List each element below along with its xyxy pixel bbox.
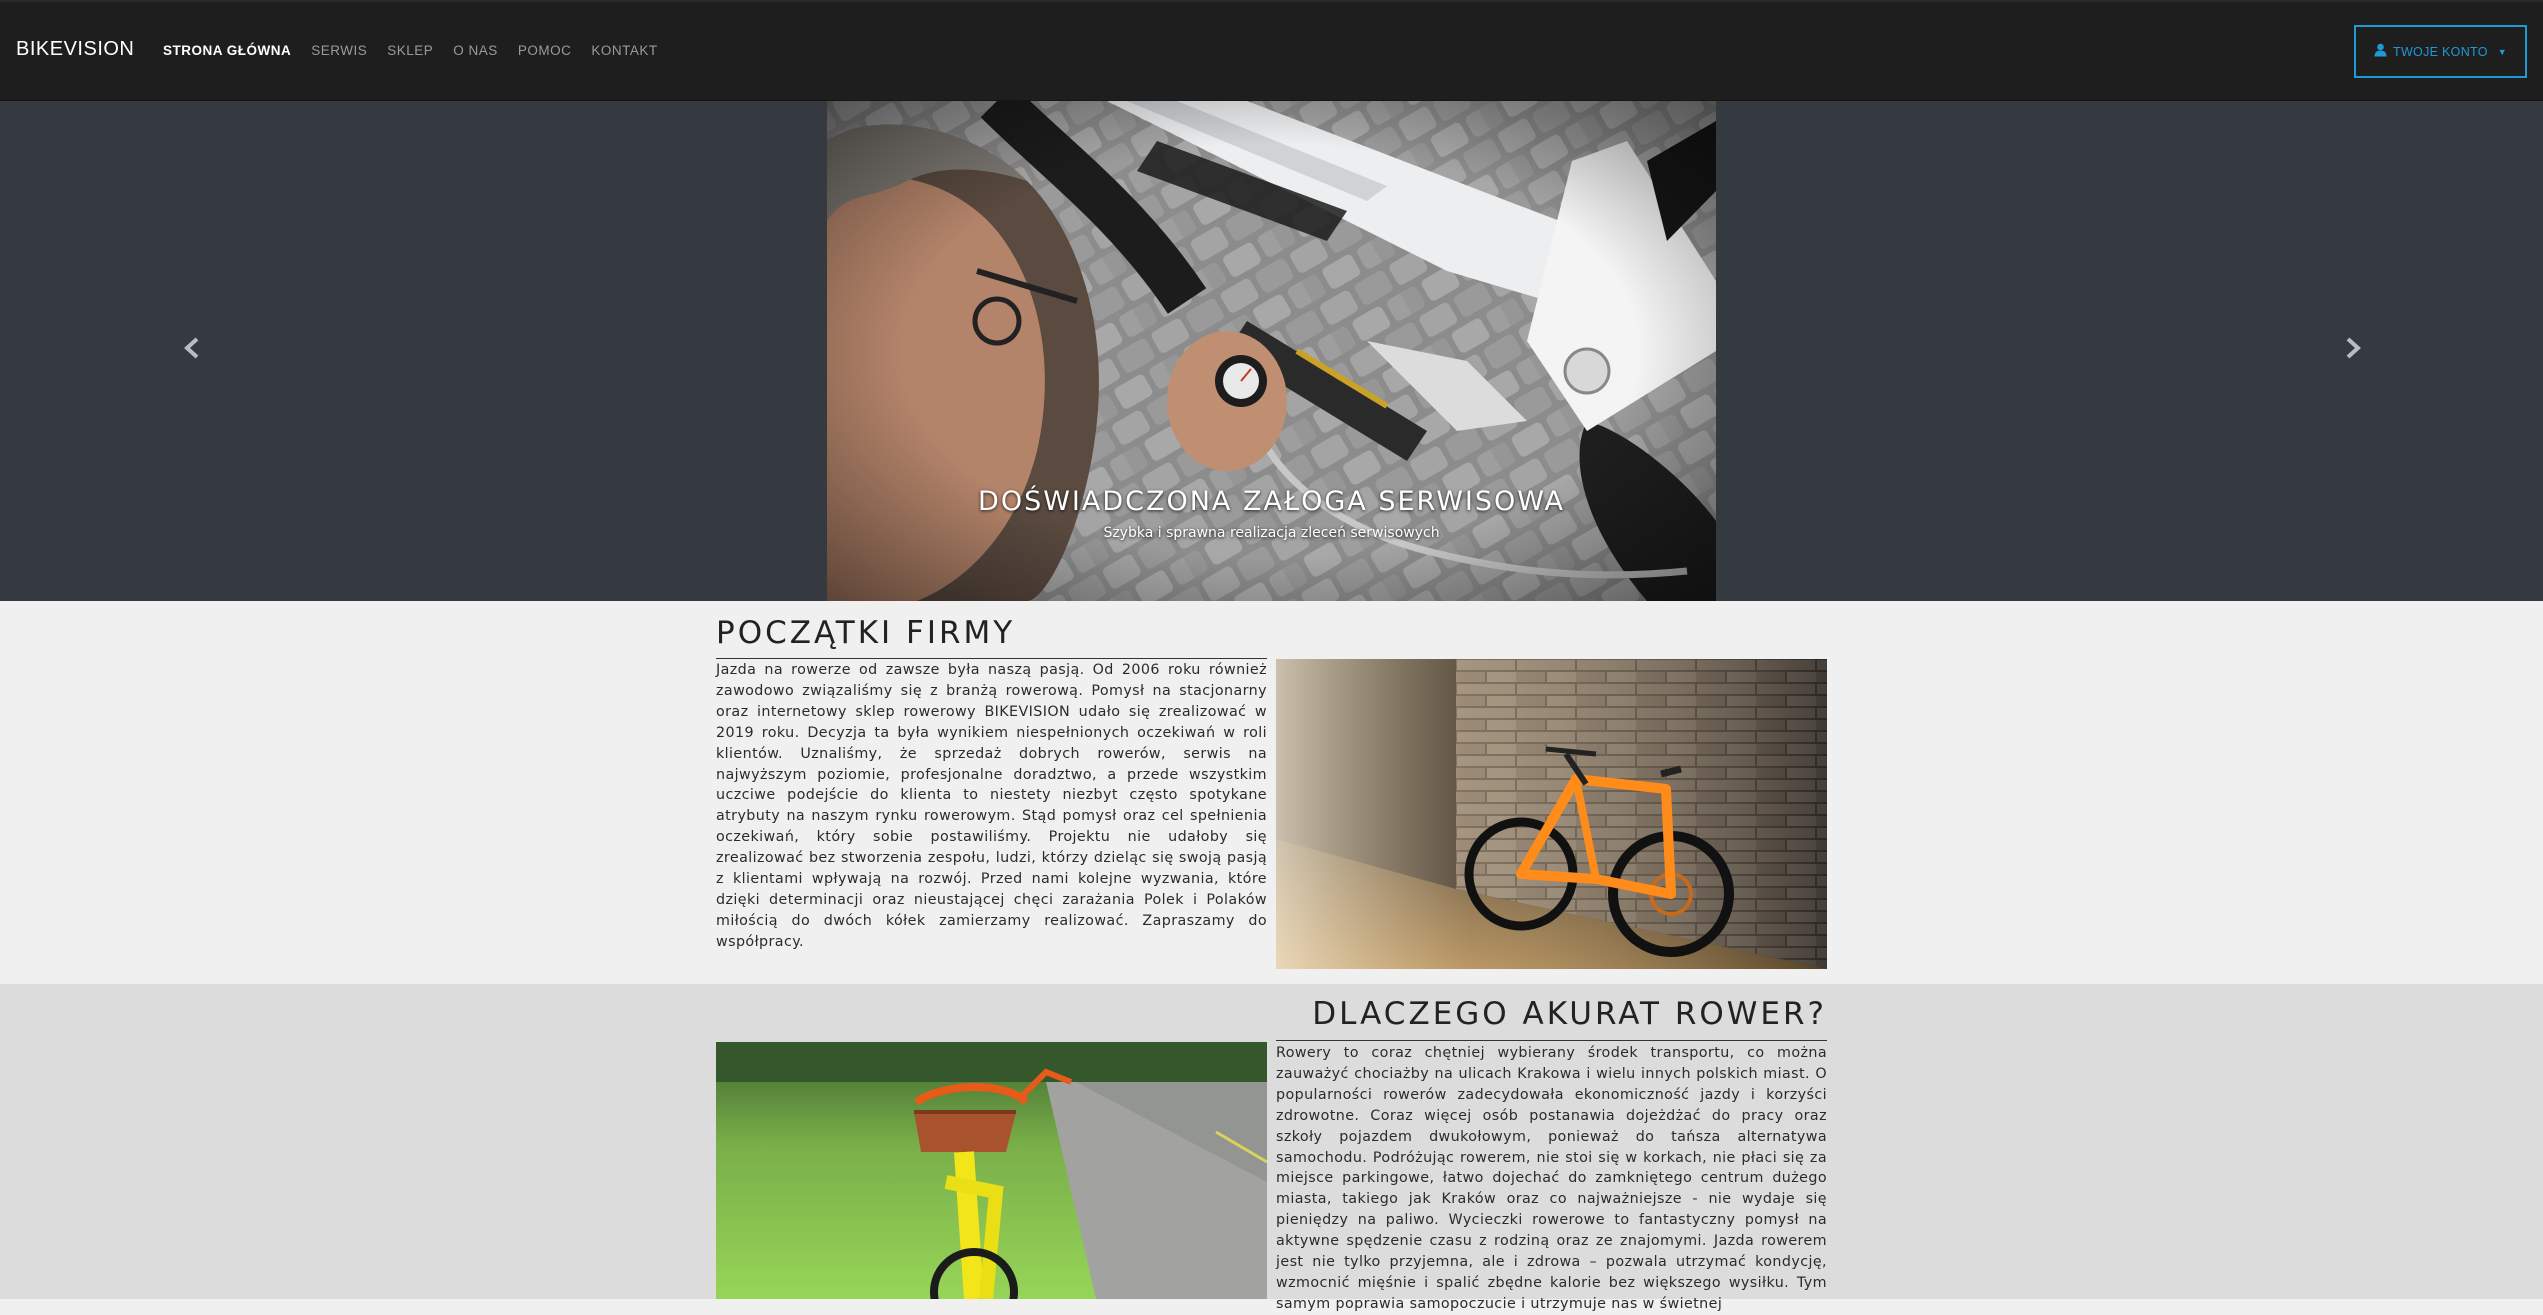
why-paragraph: Rowery to coraz chętniej wybierany środe… [1276, 1045, 1827, 1312]
brand-logo[interactable]: BIKEVISION [16, 38, 134, 61]
about-title: POCZĄTKI FIRMY [716, 615, 1016, 651]
nav-item-about[interactable]: O NAS [453, 43, 498, 58]
carousel-next-icon[interactable] [2345, 337, 2361, 364]
orange-bike-image [1276, 659, 1827, 969]
nav-item-home[interactable]: STRONA GŁÓWNA [163, 43, 291, 58]
nav-item-contact[interactable]: KONTAKT [591, 43, 657, 58]
nav-item-service[interactable]: SERWIS [311, 43, 367, 58]
user-icon [2374, 43, 2387, 60]
yellow-bike-image [716, 1042, 1267, 1299]
caret-down-icon: ▼ [2497, 46, 2507, 57]
why-title-underline [1276, 1040, 1827, 1041]
account-label: TWOJE KONTO [2393, 44, 2488, 59]
why-title: DLACZEGO AKURAT ROWER? [1312, 996, 1827, 1032]
about-section: POCZĄTKI FIRMY Jazda na rowerze od zawsz… [0, 601, 2543, 984]
carousel-caption-subtitle: Szybka i sprawna realizacja zleceń serwi… [1103, 525, 1440, 541]
hero-carousel: DOŚWIADCZONA ZAŁOGA SERWISOWA Szybka i s… [0, 101, 2543, 601]
top-navbar: BIKEVISION STRONA GŁÓWNA SERWIS SKLEP O … [0, 0, 2543, 101]
nav-item-shop[interactable]: SKLEP [387, 43, 433, 58]
main-nav: STRONA GŁÓWNA SERWIS SKLEP O NAS POMOC K… [163, 43, 658, 58]
about-title-underline [716, 658, 1267, 659]
carousel-caption-title: DOŚWIADCZONA ZAŁOGA SERWISOWA [978, 486, 1565, 517]
account-dropdown-button[interactable]: TWOJE KONTO ▼ [2354, 25, 2527, 78]
carousel-prev-icon[interactable] [184, 337, 200, 364]
nav-item-help[interactable]: POMOC [518, 43, 572, 58]
why-section: DLACZEGO AKURAT ROWER? Rowery to coraz c… [0, 984, 2543, 1312]
about-paragraph: Jazda na rowerze od zawsze była naszą pa… [716, 662, 1267, 950]
